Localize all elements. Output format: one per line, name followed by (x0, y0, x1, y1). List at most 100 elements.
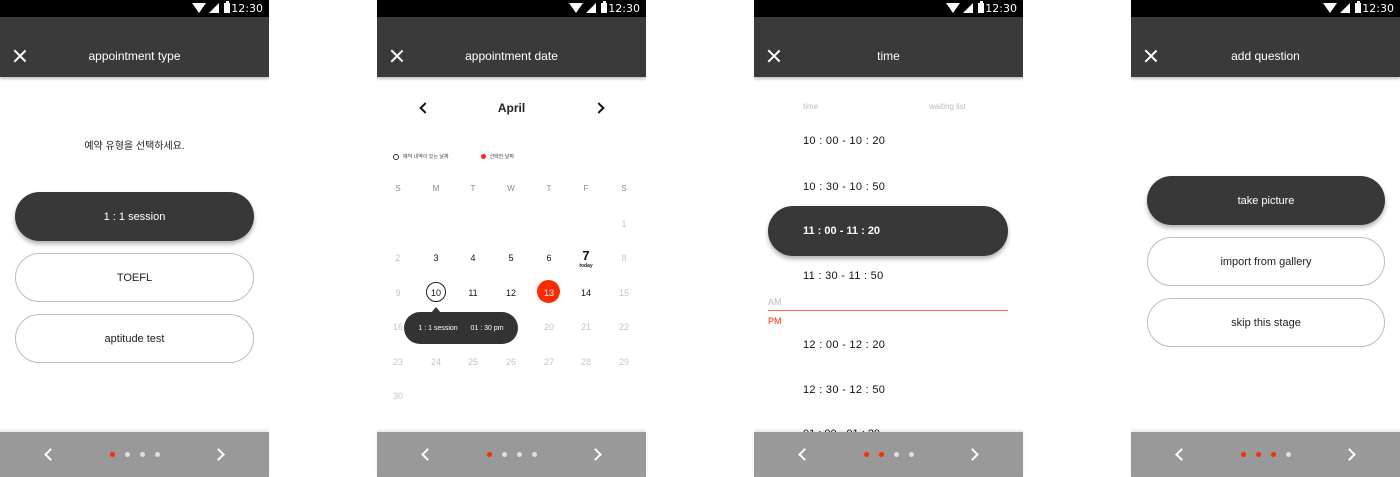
calendar-day[interactable]: 28 (574, 356, 598, 368)
calendar-day[interactable]: 14 (574, 287, 598, 299)
today-label: today (579, 263, 593, 269)
weekday-sun: S (395, 184, 401, 193)
column-header-time: time (803, 102, 819, 111)
time-slot[interactable]: 12 : 30 - 12 : 50 (803, 384, 885, 396)
calendar-day[interactable]: 8 (612, 252, 636, 264)
ring-legend-icon (393, 153, 399, 160)
option-toefl-button[interactable]: TOEFL (15, 253, 254, 302)
skip-this-stage-button[interactable]: skip this stage (1147, 298, 1385, 347)
calendar-day-selected[interactable]: 13 (537, 287, 561, 299)
calendar-day[interactable]: 5 (499, 252, 523, 264)
page-dot-active (109, 452, 115, 457)
status-time: 12:30 (985, 2, 1017, 15)
page-dot-active (878, 452, 884, 457)
dot-legend-icon (480, 154, 486, 159)
page-dot (124, 452, 130, 457)
legend-selected: 선택한 날짜 (489, 154, 514, 160)
calendar-day[interactable]: 25 (461, 356, 485, 368)
time-slot[interactable]: 11 : 30 - 11 : 50 (803, 270, 884, 282)
month-navigator: April (377, 100, 646, 116)
next-icon[interactable] (212, 448, 225, 461)
tooltip-session: 1 : 1 session (418, 324, 458, 332)
status-bar: 12:30 (754, 0, 1023, 17)
page-dot (516, 452, 522, 457)
calendar-legend: 예약 내역이 있는 날짜 선택한 날짜 (393, 153, 514, 160)
calendar-day[interactable]: 9 (386, 287, 410, 299)
status-bar: 12:30 (1131, 0, 1400, 17)
page-dot (154, 452, 160, 457)
calendar-day-with-appointment[interactable]: 10 (424, 287, 448, 299)
page-title: appointment date (465, 49, 558, 63)
page-dot-active (863, 452, 869, 457)
app-bar: appointment type (0, 17, 269, 77)
battery-icon (601, 1, 607, 13)
time-slot[interactable]: 10 : 30 - 10 : 50 (803, 181, 885, 193)
calendar-day[interactable]: 23 (386, 356, 410, 368)
status-bar: 12:30 (0, 0, 269, 17)
pm-label: PM (768, 316, 782, 326)
bottom-nav-question (1131, 432, 1400, 477)
legend-has-appointment: 예약 내역이 있는 날짜 (403, 154, 449, 160)
bottom-nav-date (377, 432, 646, 477)
appointment-tooltip[interactable]: 1 : 1 session 01 : 30 pm (404, 312, 518, 344)
page-dot-active (1270, 452, 1276, 457)
bottom-nav-type (0, 432, 269, 477)
calendar-day[interactable]: 15 (612, 287, 636, 299)
calendar-day[interactable]: 29 (612, 356, 636, 368)
calendar-day[interactable]: 3 (424, 252, 448, 264)
type-prompt: 예약 유형을 선택하세요. (84, 141, 185, 152)
time-slot-selected[interactable]: 11 : 00 - 11 : 20 (768, 206, 1008, 256)
page-dot (1285, 452, 1291, 457)
page-indicator (377, 452, 646, 457)
app-bar: appointment date (377, 17, 646, 77)
calendar-day[interactable]: 26 (499, 356, 523, 368)
time-slot[interactable]: 12 : 00 - 12 : 20 (803, 339, 885, 351)
wifi-icon (569, 3, 583, 13)
wifi-icon (1323, 3, 1337, 13)
calendar-day[interactable]: 2 (386, 252, 410, 264)
page-indicator (0, 452, 269, 457)
screen-appointment-type: 12:30 appointment type 예약 유형을 선택하세요. 1 :… (0, 0, 269, 477)
calendar-day[interactable]: 20 (537, 321, 561, 333)
calendar-day[interactable]: 30 (386, 390, 410, 402)
signal-icon (209, 3, 219, 13)
page-indicator (1131, 452, 1400, 457)
calendar-day[interactable]: 11 (461, 287, 485, 299)
page-dot (908, 452, 914, 457)
status-time: 12:30 (1362, 2, 1394, 15)
calendar-day[interactable]: 12 (499, 287, 523, 299)
screen-time: 12:30 time time waiting list 10 : 00 - 1… (754, 0, 1023, 477)
page-dot (893, 452, 899, 457)
page-dot-active (1240, 452, 1246, 457)
wifi-icon (192, 3, 206, 13)
month-label: April (497, 101, 526, 115)
calendar-day[interactable]: 6 (537, 252, 561, 264)
weekday-fri: F (583, 184, 589, 193)
page-dot (139, 452, 145, 457)
weekday-mon: M (432, 184, 440, 193)
take-picture-button[interactable]: take picture (1147, 176, 1385, 225)
calendar-day-today[interactable]: 7 (574, 249, 598, 263)
calendar-day[interactable]: 22 (612, 321, 636, 333)
weekday-wed: W (507, 184, 515, 193)
import-from-gallery-button[interactable]: import from gallery (1147, 237, 1385, 286)
calendar-day[interactable]: 1 (612, 218, 636, 230)
option-aptitude-test-button[interactable]: aptitude test (15, 314, 254, 363)
page-dot-active (1255, 452, 1261, 457)
next-icon[interactable] (966, 448, 979, 461)
weekday-sat: S (621, 184, 627, 193)
app-bar: add question (1131, 17, 1400, 77)
calendar-day[interactable]: 27 (537, 356, 561, 368)
app-bar: time (754, 17, 1023, 77)
calendar-day[interactable]: 24 (424, 356, 448, 368)
option-1-1-session-button[interactable]: 1 : 1 session (15, 192, 254, 241)
next-icon[interactable] (589, 448, 602, 461)
screen-appointment-date: 12:30 appointment date April 예약 내역이 있는 날… (377, 0, 646, 477)
battery-icon (224, 1, 230, 13)
time-slot[interactable]: 10 : 00 - 10 : 20 (803, 135, 885, 147)
page-dot (531, 452, 537, 457)
calendar-day[interactable]: 21 (574, 321, 598, 333)
status-bar: 12:30 (377, 0, 646, 17)
next-icon[interactable] (1343, 448, 1356, 461)
calendar-day[interactable]: 4 (461, 252, 485, 264)
